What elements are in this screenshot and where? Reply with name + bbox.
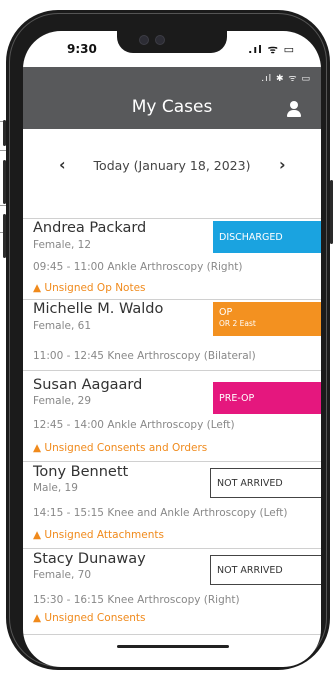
app-status-icons: .ıl ✱ ᯤ ▭ <box>261 74 311 84</box>
status-label: NOT ARRIVED <box>217 565 283 576</box>
warning-triangle-icon: ▲ <box>33 529 42 541</box>
warning-row[interactable]: ▲ Unsigned Consents <box>33 612 146 624</box>
procedure-text: 15:30 - 16:15 Knee Arthroscopy (Right) <box>33 594 240 606</box>
volume-down-button <box>3 214 6 258</box>
patient-name: Tony Bennett <box>33 464 129 480</box>
status-badge: NOT ARRIVED <box>210 555 321 585</box>
warning-triangle-icon: ▲ <box>33 442 42 454</box>
patient-demographics: Female, 61 <box>33 320 92 332</box>
warning-text: Unsigned Attachments <box>44 529 164 541</box>
procedure-text: 09:45 - 11:00 Ankle Arthroscopy (Right) <box>33 261 243 273</box>
procedure-text: 14:15 - 15:15 Knee and Ankle Arthroscopy… <box>33 507 288 519</box>
system-time: 9:30 <box>67 42 97 56</box>
warning-text: Unsigned Consents <box>44 612 146 624</box>
warning-text: Unsigned Consents and Orders <box>44 442 208 454</box>
patient-demographics: Male, 19 <box>33 482 78 494</box>
case-row[interactable]: Andrea Packard Female, 12 DISCHARGED 09:… <box>23 219 321 301</box>
status-badge: PRE-OP <box>213 382 321 414</box>
warning-row[interactable]: ▲ Unsigned Op Notes <box>33 282 146 294</box>
volume-up-button <box>3 160 6 204</box>
system-signal-wifi-battery-icons: .ıl ᯤ ▭ <box>248 43 295 56</box>
warning-text: Unsigned Op Notes <box>44 282 146 294</box>
app-header: .ıl ✱ ᯤ ▭ My Cases <box>23 67 321 129</box>
patient-name: Andrea Packard <box>33 220 147 236</box>
page-title: My Cases <box>131 97 213 117</box>
patient-name: Stacy Dunaway <box>33 551 146 567</box>
status-label: DISCHARGED <box>219 232 283 243</box>
sensor-icon <box>155 35 165 45</box>
procedure-text: 12:45 - 14:00 Ankle Arthroscopy (Left) <box>33 419 235 431</box>
status-badge: OP OR 2 East <box>213 302 321 336</box>
status-label: OP <box>219 307 233 318</box>
patient-name: Susan Aagaard <box>33 377 143 393</box>
status-label: NOT ARRIVED <box>217 478 283 489</box>
status-badge: DISCHARGED <box>213 221 321 253</box>
camera-icon <box>139 35 149 45</box>
user-head-shape <box>290 101 298 109</box>
user-body-shape <box>287 110 301 117</box>
home-indicator[interactable] <box>117 645 229 648</box>
patient-demographics: Female, 12 <box>33 239 92 251</box>
mute-switch <box>3 120 6 146</box>
date-label: Today (January 18, 2023) <box>93 158 251 173</box>
case-row[interactable]: Susan Aagaard Female, 29 PRE-OP 12:45 - … <box>23 377 321 457</box>
phone-frame: 9:30 .ıl ᯤ ▭ .ıl ✱ ᯤ ▭ My Cases ‹ Today … <box>3 10 333 670</box>
divider <box>23 548 321 549</box>
patient-demographics: Female, 29 <box>33 395 92 407</box>
divider <box>23 370 321 371</box>
procedure-text: 11:00 - 12:45 Knee Arthroscopy (Bilatera… <box>33 350 256 362</box>
case-row[interactable]: Tony Bennett Male, 19 NOT ARRIVED 14:15 … <box>23 464 321 544</box>
case-row[interactable]: Stacy Dunaway Female, 70 NOT ARRIVED 15:… <box>23 551 321 631</box>
warning-triangle-icon: ▲ <box>33 612 42 624</box>
divider <box>23 461 321 462</box>
status-location: OR 2 East <box>219 319 256 328</box>
phone-screen: 9:30 .ıl ᯤ ▭ .ıl ✱ ᯤ ▭ My Cases ‹ Today … <box>23 31 321 667</box>
notch <box>117 31 227 53</box>
warning-row[interactable]: ▲ Unsigned Consents and Orders <box>33 442 207 454</box>
patient-name: Michelle M. Waldo <box>33 301 164 317</box>
user-profile-icon[interactable] <box>287 101 301 117</box>
patient-demographics: Female, 70 <box>33 569 92 581</box>
divider <box>23 634 321 635</box>
warning-triangle-icon: ▲ <box>33 282 42 294</box>
warning-row[interactable]: ▲ Unsigned Attachments <box>33 529 164 541</box>
status-label: PRE-OP <box>219 393 255 404</box>
next-day-chevron-icon[interactable]: › <box>279 155 286 174</box>
status-badge: NOT ARRIVED <box>210 468 321 498</box>
date-navigation: ‹ Today (January 18, 2023) › <box>23 129 321 219</box>
case-row[interactable]: Michelle M. Waldo Female, 61 OP OR 2 Eas… <box>23 300 321 366</box>
